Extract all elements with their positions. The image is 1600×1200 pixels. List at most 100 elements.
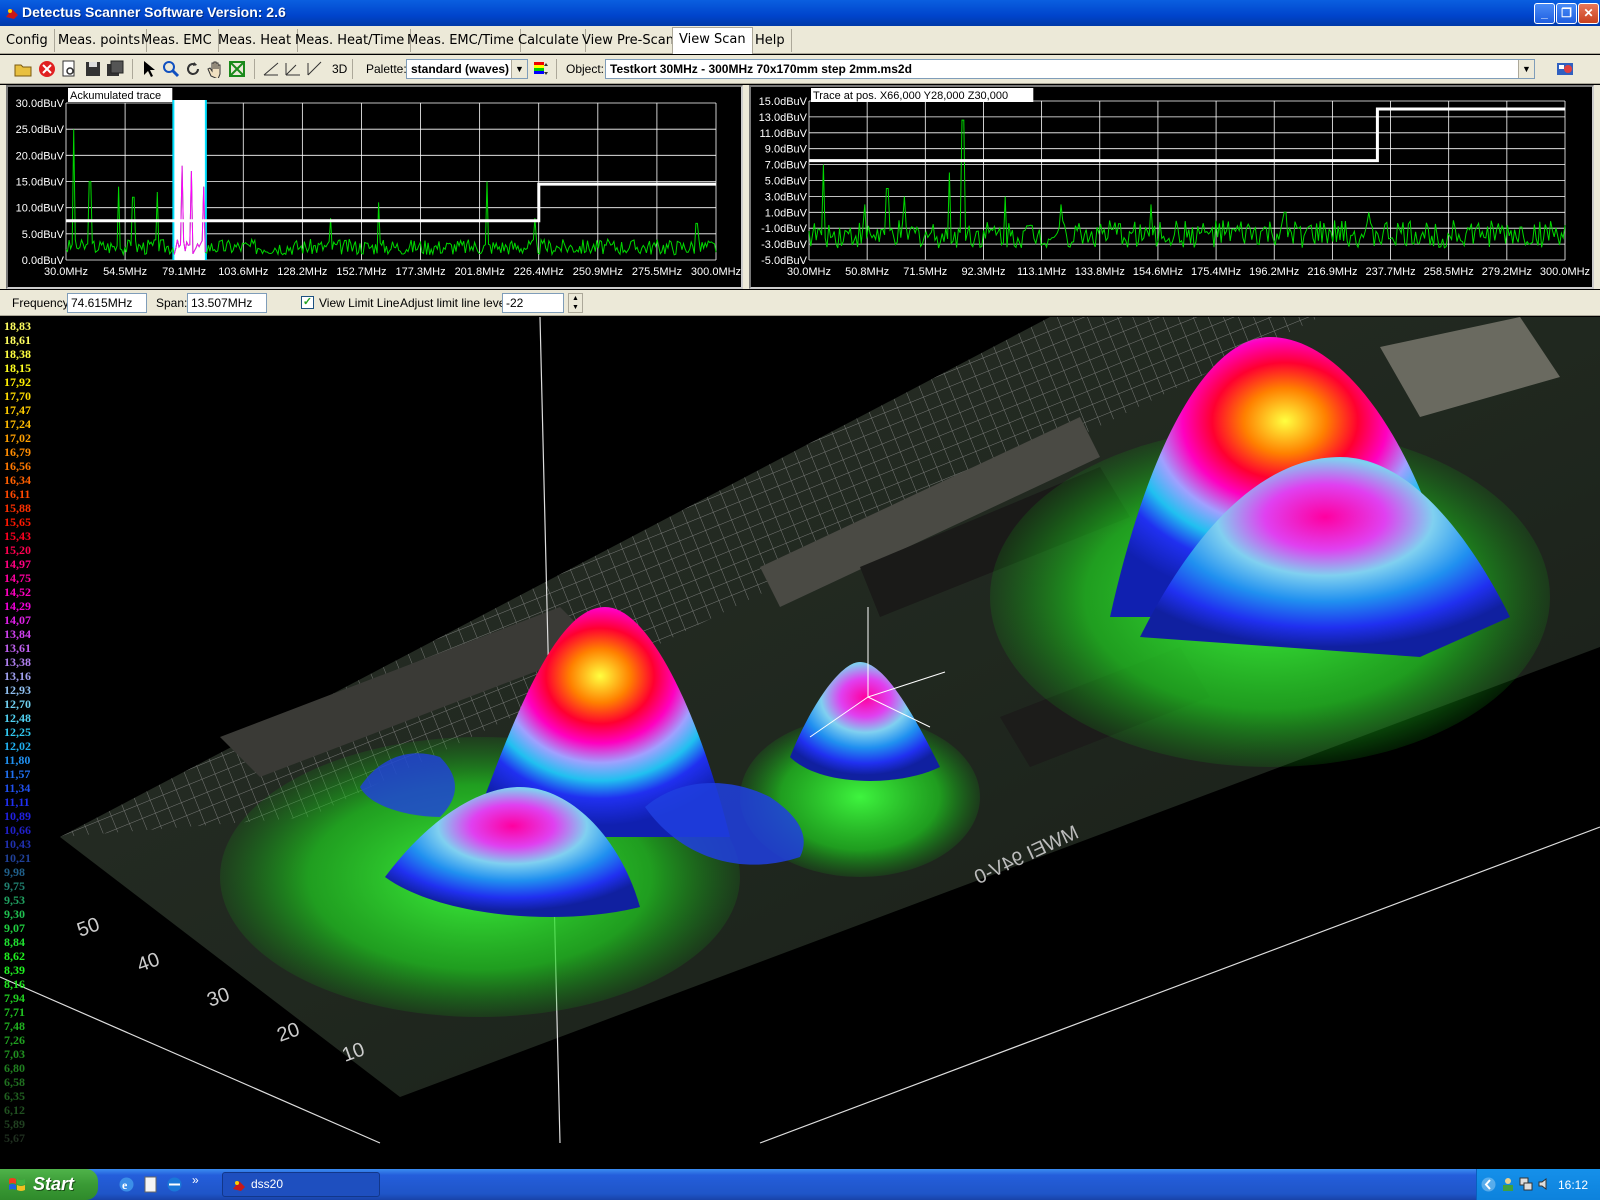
y-tick-label: -1.0dBuV [761, 223, 808, 235]
svg-text:e: e [122, 1178, 128, 1192]
taskbar-item-dss20[interactable]: dss20 [222, 1172, 380, 1197]
scale-entry: 11,34 [4, 781, 31, 795]
scale-entry: 17,92 [4, 375, 31, 389]
save-icon[interactable] [84, 60, 102, 78]
menu-help[interactable]: Help [749, 29, 792, 52]
scan-3d-scene: 50 40 30 20 10 MWEI 94V-0 [0, 317, 1600, 1144]
zoom-icon[interactable] [162, 60, 180, 78]
menu-calculate[interactable]: Calculate [512, 29, 586, 52]
app-icon [233, 1181, 245, 1191]
start-button[interactable]: Start [0, 1169, 98, 1200]
volume-icon[interactable] [1537, 1177, 1551, 1191]
limit-level-input[interactable] [502, 293, 564, 313]
scale-entry: 18,61 [4, 333, 31, 347]
menu-config[interactable]: Config [0, 29, 55, 52]
x-tick-label: 196.2MHz [1249, 266, 1299, 278]
position-trace-chart[interactable]: 30.0MHz 50.8MHz 71.5MHz 92.3MHz 113.1MHz 133.… [749, 85, 1594, 289]
toolbar-separator [254, 59, 255, 79]
axis-z-icon[interactable] [306, 60, 324, 78]
scale-entry: 14,52 [4, 585, 31, 599]
pan-hand-icon[interactable] [206, 60, 224, 78]
fit-view-icon[interactable] [228, 60, 246, 78]
ruler-label: 20 [274, 1018, 302, 1046]
rotate-icon[interactable] [184, 60, 202, 78]
x-tick-label: 152.7MHz [336, 266, 386, 278]
browser-icon[interactable] [166, 1176, 183, 1193]
system-tray: 16:12 [1476, 1169, 1600, 1200]
stop-icon[interactable] [38, 60, 56, 78]
menu-meas-heat-time[interactable]: Meas. Heat/Time [289, 29, 412, 52]
x-tick-label: 79.1MHz [162, 266, 206, 278]
span-label: Span: [156, 296, 188, 310]
window-title: Detectus Scanner Software Version: 2.6 [22, 4, 286, 20]
menu-meas-points[interactable]: Meas. points [52, 29, 148, 52]
x-tick-label: 71.5MHz [903, 266, 947, 278]
restore-button[interactable]: ❐ [1556, 3, 1577, 24]
toolbar: 3D Palette: standard (waves) ▼ Object: T… [0, 55, 1600, 84]
scale-entry: 16,11 [4, 487, 31, 501]
minimize-button[interactable]: _ [1534, 3, 1555, 24]
x-tick-label: 154.6MHz [1133, 266, 1183, 278]
menu-meas-emc-time[interactable]: Meas. EMC/Time [401, 29, 521, 52]
x-tick-label: 30.0MHz [787, 266, 831, 278]
axis-y-icon[interactable] [284, 60, 302, 78]
menu-meas-heat[interactable]: Meas. Heat [212, 29, 299, 52]
view-3d-button[interactable]: 3D [332, 62, 347, 76]
scan-3d-view[interactable]: 50 40 30 20 10 MWEI 94V-0 18,83 18,61 18,3… [0, 317, 1600, 1163]
document-icon[interactable] [142, 1176, 159, 1193]
x-tick-label: 226.4MHz [514, 266, 564, 278]
axis-x-icon[interactable] [262, 60, 280, 78]
x-tick-label: 92.3MHz [961, 266, 1005, 278]
x-tick-label: 54.5MHz [103, 266, 147, 278]
scale-entry: 14,75 [4, 571, 31, 585]
toolbar-separator [556, 59, 557, 79]
scale-entry: 6,12 [4, 1103, 25, 1117]
view-limit-checkbox[interactable]: ✓ [301, 296, 314, 309]
x-tick-label: 258.5MHz [1424, 266, 1474, 278]
chevron-down-icon[interactable]: ▼ [1518, 60, 1534, 78]
scale-entry: 16,56 [4, 459, 31, 473]
scale-entry: 13,61 [4, 641, 31, 655]
limit-level-spinner[interactable]: ▲ ▼ [568, 293, 583, 313]
y-tick-label: 9.0dBuV [765, 144, 808, 156]
span-input[interactable] [187, 293, 267, 313]
palette-select[interactable]: standard (waves) ▼ [406, 59, 528, 79]
scale-entry: 10,89 [4, 809, 31, 823]
limit-line [66, 182, 716, 223]
network-icon[interactable] [1519, 1177, 1533, 1191]
accumulated-trace-chart[interactable]: 30.0MHz 54.5MHz 79.1MHz 103.6MHz 128.2MHz 152… [6, 85, 743, 289]
save-all-icon[interactable] [106, 60, 124, 78]
close-button[interactable]: ✕ [1578, 3, 1599, 24]
pointer-icon[interactable] [140, 60, 158, 78]
palette-colors-icon[interactable] [532, 60, 550, 78]
chart-title: Ackumulated trace [70, 90, 161, 102]
menu-view-pre-scan[interactable]: View Pre-Scan [576, 29, 681, 52]
x-tick-label: 177.3MHz [395, 266, 445, 278]
menu-meas-emc[interactable]: Meas. EMC [135, 29, 219, 52]
chevron-left-icon[interactable] [1481, 1177, 1496, 1192]
spectrum-trace [65, 129, 717, 257]
y-tick-label: 5.0dBuV [765, 176, 808, 188]
x-tick-label: 175.4MHz [1191, 266, 1241, 278]
ie-icon[interactable]: e [118, 1176, 135, 1193]
y-tick-label: -3.0dBuV [761, 239, 808, 251]
x-tick-label: 103.6MHz [218, 266, 268, 278]
scale-entry: 13,16 [4, 669, 31, 683]
quick-launch-more-icon[interactable]: » [192, 1173, 199, 1187]
start-label: Start [33, 1174, 75, 1194]
user-icon[interactable] [1501, 1177, 1515, 1191]
open-folder-icon[interactable] [14, 60, 32, 78]
menu-view-scan[interactable]: View Scan [672, 27, 753, 54]
x-tick-label: 133.8MHz [1075, 266, 1125, 278]
scale-entry: 18,38 [4, 347, 31, 361]
x-tick-label: 237.7MHz [1365, 266, 1415, 278]
x-tick-label: 216.9MHz [1307, 266, 1357, 278]
palette-label: Palette: [366, 62, 407, 76]
frequency-input[interactable] [67, 293, 147, 313]
object-select[interactable]: Testkort 30MHz - 300MHz 70x170mm step 2m… [605, 59, 1535, 79]
chevron-down-icon[interactable]: ▼ [511, 60, 527, 78]
x-tick-label: 113.1MHz [1017, 266, 1066, 278]
settings-icon[interactable] [1556, 60, 1574, 78]
x-tick-label: 50.8MHz [845, 266, 889, 278]
print-preview-icon[interactable] [60, 60, 78, 78]
